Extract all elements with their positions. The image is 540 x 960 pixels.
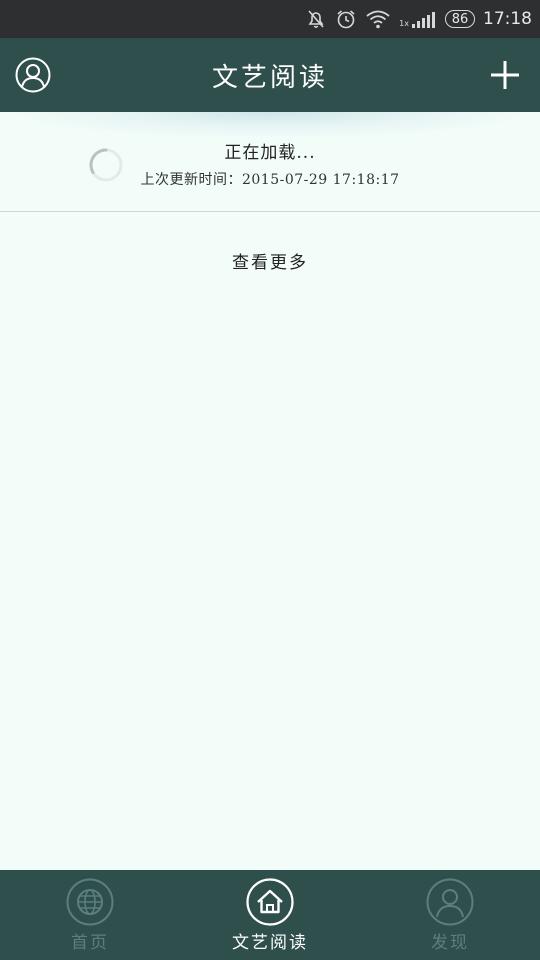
last-update-time: 2015-07-29 17:18:17	[241, 172, 400, 188]
nav-item-reading[interactable]: 文艺阅读	[180, 870, 360, 960]
home-icon	[246, 878, 294, 926]
person-icon	[426, 878, 474, 926]
last-update-label: 上次更新时间：	[140, 172, 242, 188]
page-title: 文艺阅读	[211, 62, 328, 93]
nav-label-reading: 文艺阅读	[232, 933, 308, 953]
pull-refresh-header: 正在加载... 上次更新时间：2015-07-29 17:18:17	[0, 112, 540, 212]
view-more-button[interactable]: 查看更多	[0, 248, 540, 273]
network-type-label: 1x	[399, 19, 409, 28]
wifi-icon	[366, 10, 390, 29]
nav-label-discover: 发现	[431, 933, 469, 953]
app-header: 文艺阅读	[0, 38, 540, 112]
status-bar: 1x 86 17:18	[0, 0, 540, 38]
globe-icon	[66, 878, 114, 926]
bottom-nav: 首页 文艺阅读 发现	[0, 870, 540, 960]
user-avatar-icon[interactable]	[15, 57, 51, 93]
last-update-text: 上次更新时间：2015-07-29 17:18:17	[0, 169, 540, 189]
nav-item-discover[interactable]: 发现	[360, 870, 540, 960]
battery-icon: 86	[445, 10, 475, 28]
mute-icon	[308, 10, 324, 28]
nav-label-home: 首页	[71, 933, 109, 953]
signal-icon	[412, 12, 435, 28]
refresh-status-text: 正在加载...	[224, 143, 316, 163]
battery-level: 86	[451, 11, 469, 27]
status-time: 17:18	[483, 9, 532, 29]
alarm-icon	[337, 10, 355, 29]
nav-item-home[interactable]: 首页	[0, 870, 180, 960]
plus-icon[interactable]	[489, 59, 521, 91]
